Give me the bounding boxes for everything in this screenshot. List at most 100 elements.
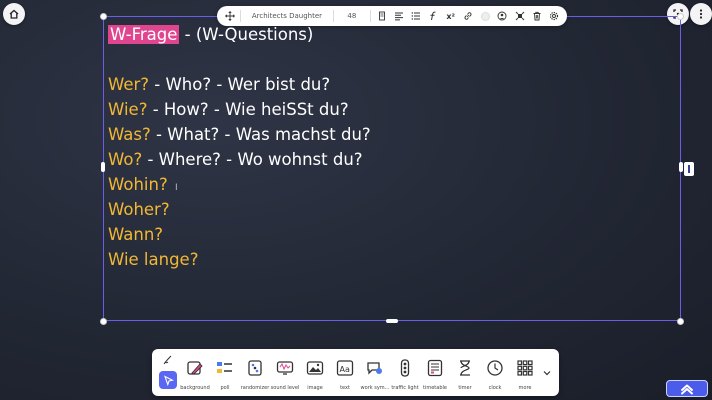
tool-text[interactable]: Aa text (330, 353, 360, 391)
move-button[interactable] (223, 9, 236, 23)
question-translation: - What? - Was machst du? (150, 125, 371, 144)
tool-label: sound level (270, 385, 300, 391)
timer-icon (460, 360, 470, 376)
tool-label: clock (488, 385, 502, 391)
cursor-icon (163, 374, 174, 386)
color-button[interactable] (479, 9, 492, 23)
more-icon (517, 360, 533, 376)
resize-handle-top-left[interactable] (100, 13, 107, 20)
link-button[interactable] (461, 9, 474, 23)
title-line: W-Frage - (W-Questions) (108, 22, 371, 47)
settings-icon (550, 11, 559, 21)
align-button[interactable] (392, 9, 405, 23)
dock-mode-switch (156, 353, 180, 389)
question-word: Wo? (108, 150, 143, 169)
question-word: Wann? (108, 225, 164, 244)
font-size-input[interactable]: 48 (338, 12, 366, 20)
question-word: Wie? (108, 100, 148, 119)
clock-icon (487, 360, 503, 376)
resize-handle-top-right[interactable] (677, 13, 684, 20)
home-button[interactable] (3, 3, 25, 25)
tool-label: image (307, 385, 323, 391)
text-cursor: I (175, 183, 178, 193)
font-family-select[interactable]: Architects Daughter (245, 12, 328, 20)
question-line: Wie? - How? - Wie heiSSt du? (108, 97, 371, 122)
question-line: Wo? - Where? - Wo wohnst du? (108, 147, 371, 172)
tool-work-symbols[interactable]: work sym... (360, 353, 390, 391)
select-mode-button[interactable] (159, 371, 177, 389)
tool-more[interactable]: more (510, 353, 540, 391)
tool-label: poll (220, 385, 230, 391)
question-word: Was? (108, 125, 151, 144)
resize-handle-bottom[interactable] (386, 319, 398, 323)
superscript-button[interactable]: x² (444, 9, 457, 23)
question-line: Wer? - Who? - Wer bist du? (108, 72, 371, 97)
randomizer-icon (248, 360, 262, 376)
tool-background[interactable]: background (180, 353, 210, 391)
delete-button[interactable] (530, 9, 543, 23)
text-style-button[interactable] (375, 9, 388, 23)
image-icon (306, 361, 324, 375)
question-word: Wohin? (108, 175, 168, 194)
tool-label: more (518, 385, 532, 391)
question-word: Wie lange? (108, 250, 199, 269)
text-style-icon (378, 11, 385, 21)
question-translation: - How? - Wie heiSSt du? (147, 100, 349, 119)
svg-text:Aa: Aa (340, 365, 350, 374)
divider (240, 10, 242, 22)
question-translation: - Who? - Wer bist du? (149, 75, 331, 94)
tool-timer[interactable]: timer (450, 353, 480, 391)
resize-handle-left[interactable] (101, 162, 105, 172)
dock-expand-button[interactable] (540, 369, 554, 378)
tool-poll[interactable]: poll (210, 353, 240, 391)
side-panel-toggle[interactable] (684, 162, 694, 176)
font-style-icon (430, 11, 437, 21)
divider (370, 10, 371, 22)
resize-handle-bottom-right[interactable] (677, 318, 684, 325)
resize-handle-right[interactable] (679, 162, 683, 172)
tool-label: work sym... (360, 385, 390, 391)
layer-icon (515, 11, 525, 21)
align-icon (394, 12, 403, 21)
tool-label: timetable (423, 385, 447, 391)
emoji-icon (498, 11, 507, 21)
draw-mode-button[interactable] (160, 353, 176, 367)
tool-label: randomizer (240, 385, 270, 391)
background-icon (187, 361, 203, 375)
kebab-menu-icon (699, 9, 703, 19)
emoji-button[interactable] (496, 9, 509, 23)
question-line: Wann? (108, 222, 371, 247)
tool-label: traffic light (391, 385, 419, 391)
divider (332, 10, 334, 22)
tool-label: text (340, 385, 350, 391)
tool-randomizer[interactable]: randomizer (240, 353, 270, 391)
question-line: Was? - What? - Was machst du? (108, 122, 371, 147)
tool-traffic-light[interactable]: traffic light (390, 353, 420, 391)
tool-clock[interactable]: clock (480, 353, 510, 391)
list-button[interactable] (410, 9, 423, 23)
question-translation: - Where? - Wo wohnst du? (142, 150, 363, 169)
delete-icon (533, 11, 541, 21)
question-line: Wie lange? (108, 247, 371, 272)
tool-dock: background poll randomizer sound level i… (152, 349, 559, 396)
link-icon (464, 12, 472, 20)
tool-image[interactable]: image (300, 353, 330, 391)
chevron-down-icon (543, 371, 551, 376)
layer-button[interactable] (513, 9, 526, 23)
tool-label: background (180, 385, 210, 391)
title-rest: - (W-Questions) (179, 25, 314, 44)
title-highlight: W-Frage (108, 25, 180, 44)
tool-timetable[interactable]: timetable (420, 353, 450, 391)
pen-icon (163, 355, 172, 365)
settings-button[interactable] (548, 9, 561, 23)
work-symbols-icon (367, 362, 382, 375)
menu-button[interactable] (690, 3, 712, 25)
list-icon (411, 12, 421, 20)
font-style-button[interactable] (427, 9, 440, 23)
text-box-content[interactable]: W-Frage - (W-Questions) Wer? - Who? - We… (108, 22, 371, 272)
question-word: Woher? (108, 200, 170, 219)
dock-collapse-button[interactable] (666, 380, 708, 397)
tool-sound-level[interactable]: sound level (270, 353, 300, 391)
resize-handle-bottom-left[interactable] (100, 318, 107, 325)
superscript-icon: x² (446, 11, 456, 21)
